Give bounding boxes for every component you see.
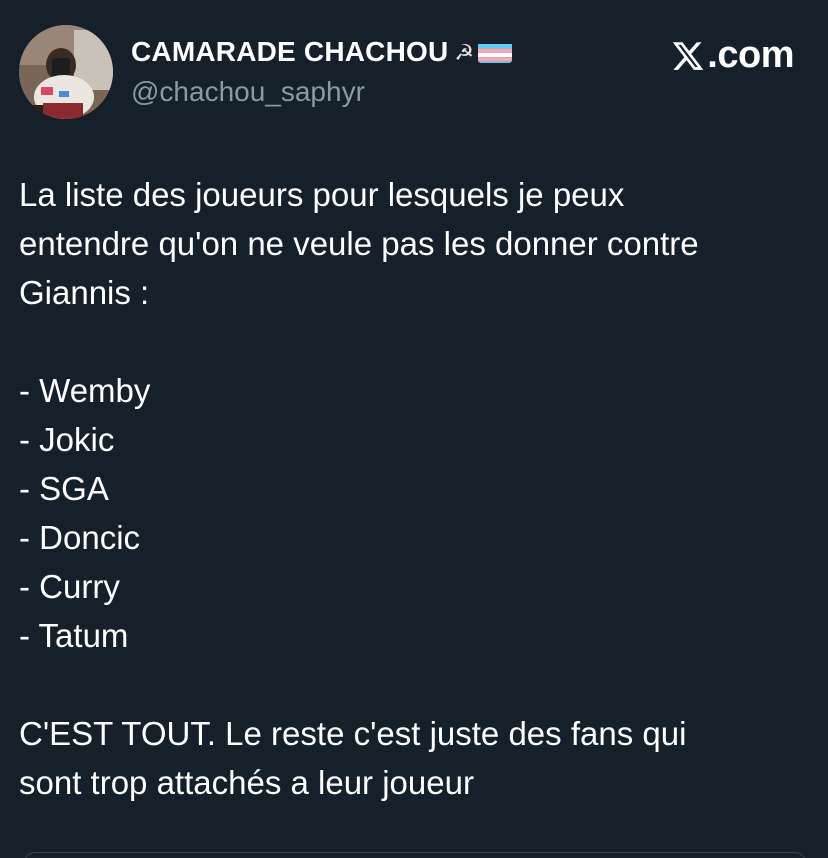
tweet-card: CAMARADE CHACHOU ☭ @chachou_saphyr .com [0,0,828,858]
source-domain-label: .com [707,34,794,76]
tweet-text: La liste des joueurs pour lesquels je pe… [19,170,809,807]
player-list-item: - Wemby [19,372,151,409]
player-list-item: - SGA [19,470,109,507]
author-display-name[interactable]: CAMARADE CHACHOU ☭ [131,36,513,68]
player-list-item: - Jokic [19,421,115,458]
player-list-item: - Curry [19,568,120,605]
tweet-line: sont trop attachés a leur joueur [19,764,474,801]
embedded-card-edge[interactable] [24,852,806,858]
tweet-line: C'EST TOUT. Le reste c'est juste des fan… [19,715,687,752]
player-list-item: - Doncic [19,519,141,556]
player-list-item: - Tatum [19,617,129,654]
transgender-flag-icon [478,41,513,63]
tweet-line: entendre qu'on ne veule pas les donner c… [19,225,699,262]
name-emojis: ☭ [454,39,513,65]
tweet-line: La liste des joueurs pour lesquels je pe… [19,176,625,213]
x-logo-icon [671,39,705,73]
author-handle[interactable]: @chachou_saphyr [131,76,365,108]
author-avatar[interactable] [19,25,113,119]
hammer-sickle-icon: ☭ [454,40,475,65]
tweet-line: Giannis : [19,274,150,311]
source-logo[interactable]: .com [671,34,794,77]
display-name-text: CAMARADE CHACHOU [131,36,449,67]
profile-photo-icon [19,25,113,119]
